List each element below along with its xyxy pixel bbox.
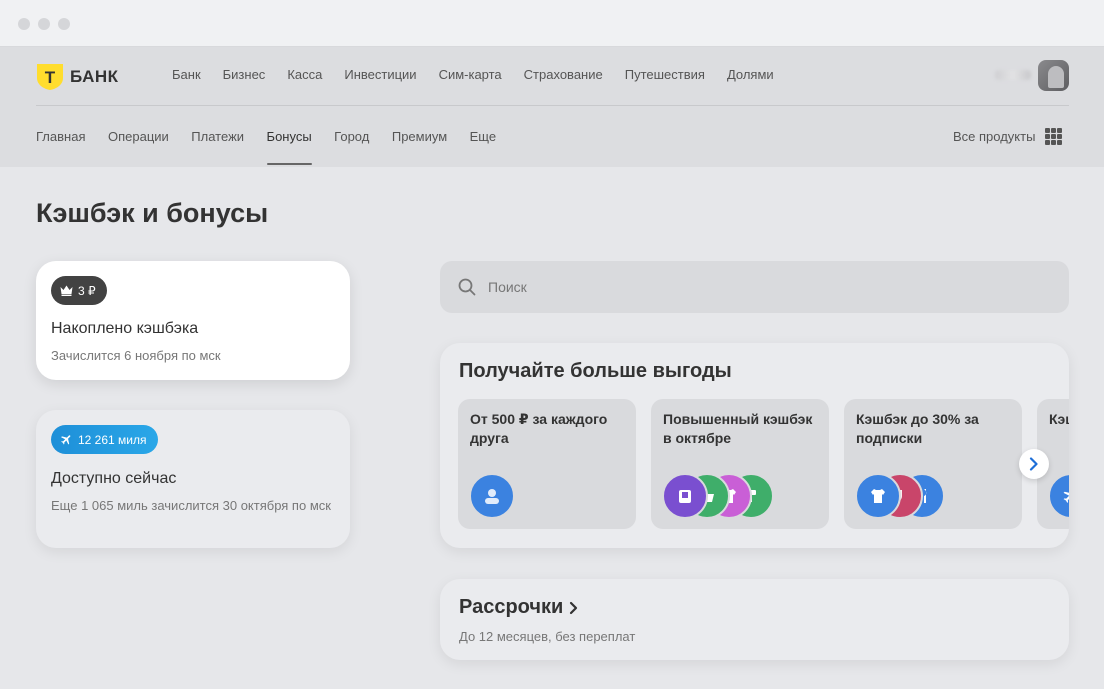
window-close-dot[interactable] [18, 18, 30, 30]
airplane-icon [61, 435, 71, 445]
tshirt-icon [855, 473, 901, 519]
miles-card[interactable]: 12 261 миля Доступно сейчас Еще 1 065 ми… [36, 410, 350, 548]
all-products-link[interactable]: Все продукты [953, 129, 1035, 144]
tab-premium[interactable]: Премиум [392, 129, 447, 144]
friend-icon [469, 473, 515, 519]
top-nav-item-dolyami[interactable]: Долями [727, 67, 774, 82]
header-divider [36, 105, 1069, 106]
search-bar[interactable] [440, 261, 1069, 313]
shopping-bag-icon [662, 473, 708, 519]
miles-amount: 12 261 миля [78, 432, 147, 447]
user-name-blurred[interactable] [995, 70, 1031, 80]
cashback-amount: 3 ₽ [78, 283, 96, 298]
search-icon [458, 278, 476, 296]
tab-bonuses[interactable]: Бонусы [266, 129, 312, 165]
top-nav-item-investments[interactable]: Инвестиции [344, 67, 416, 82]
offer-icons [662, 473, 774, 519]
brand-logo[interactable]: Т БАНК [36, 63, 119, 91]
offer-text: Кэшбэк за перелеты [1049, 411, 1069, 427]
top-nav: Банк Бизнес Касса Инвестиции Сим-карта С… [172, 67, 796, 82]
benefits-section: Получайте больше выгоды От 500 ₽ за кажд… [440, 343, 1069, 548]
installments-title-text: Рассрочки [459, 596, 564, 618]
tab-payments[interactable]: Платежи [191, 129, 244, 144]
top-nav-item-insurance[interactable]: Страхование [524, 67, 603, 82]
tab-city[interactable]: Город [334, 129, 369, 144]
installments-title[interactable]: Рассрочки [459, 596, 578, 619]
svg-text:Т: Т [45, 68, 56, 87]
offer-text: Повышенный кэшбэк в октябре [663, 411, 813, 446]
cashback-card[interactable]: 3 ₽ Накоплено кэшбэка Зачислится 6 ноябр… [36, 261, 350, 380]
miles-title: Доступно сейчас [51, 470, 177, 487]
avatar[interactable] [1038, 60, 1069, 91]
installments-subtitle: До 12 месяцев, без переплат [459, 629, 636, 644]
miles-subtitle: Еще 1 065 миль зачислится 30 октября по … [51, 498, 331, 513]
benefits-title: Получайте больше выгоды [459, 360, 732, 382]
apps-grid-icon[interactable] [1045, 128, 1062, 145]
window-minimize-dot[interactable] [38, 18, 50, 30]
cashback-badge: 3 ₽ [51, 276, 107, 305]
airplane-icon [1048, 473, 1069, 519]
site-header: Т БАНК Банк Бизнес Касса Инвестиции Сим-… [0, 47, 1104, 167]
chevron-right-icon [1029, 457, 1038, 471]
crown-icon [60, 285, 73, 296]
tab-operations[interactable]: Операции [108, 129, 169, 144]
window-titlebar [0, 0, 1104, 47]
offer-text: От 500 ₽ за каждого друга [470, 411, 608, 446]
cashback-subtitle: Зачислится 6 ноября по мск [51, 348, 221, 363]
tab-more[interactable]: Еще [470, 129, 496, 144]
chevron-right-icon [570, 601, 578, 614]
top-nav-item-bank[interactable]: Банк [172, 67, 201, 82]
top-nav-item-travel[interactable]: Путешествия [625, 67, 705, 82]
top-nav-item-business[interactable]: Бизнес [223, 67, 266, 82]
cashback-title: Накоплено кэшбэка [51, 320, 199, 337]
offer-text: Кэшбэк до 30% за подписки [856, 411, 979, 446]
offer-icons [1048, 473, 1069, 519]
top-nav-item-sim-card[interactable]: Сим-карта [439, 67, 502, 82]
search-input[interactable] [488, 277, 988, 297]
offer-card-referral[interactable]: От 500 ₽ за каждого друга [458, 399, 636, 529]
tab-main[interactable]: Главная [36, 129, 85, 144]
page-title: Кэшбэк и бонусы [36, 198, 269, 228]
brand-name: БАНК [70, 67, 119, 86]
top-nav-item-kassa[interactable]: Касса [287, 67, 322, 82]
installments-card[interactable]: Рассрочки До 12 месяцев, без переплат [440, 579, 1069, 660]
sub-nav: Главная Операции Платежи Бонусы Город Пр… [36, 129, 519, 165]
miles-badge: 12 261 миля [51, 425, 158, 454]
shield-logo-icon: Т [37, 64, 63, 90]
offer-card-october[interactable]: Повышенный кэшбэк в октябре [651, 399, 829, 529]
offer-icons [469, 473, 515, 519]
offer-card-subscriptions[interactable]: Кэшбэк до 30% за подписки [844, 399, 1022, 529]
offer-icons [855, 473, 945, 519]
window-maximize-dot[interactable] [58, 18, 70, 30]
carousel-next-button[interactable] [1019, 449, 1049, 479]
